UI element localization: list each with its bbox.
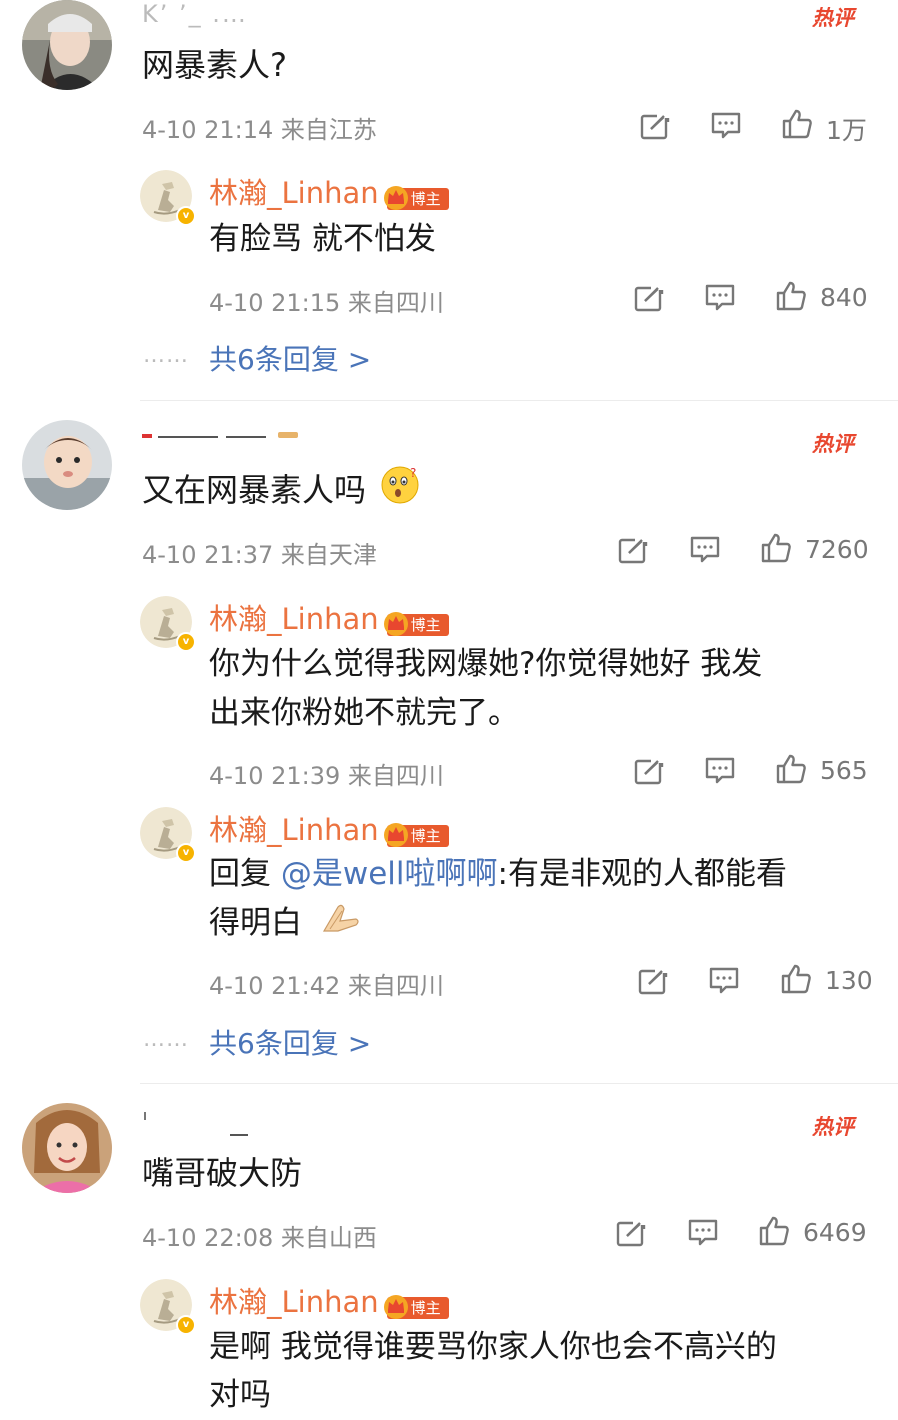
reply-text-line2: 得明白 [209, 898, 360, 950]
reply-text-line2: 出来你粉她不就完了。 [209, 695, 519, 731]
reply-text-line1: 回复 @是well啦啊啊:有是非观的人都能看 [209, 849, 787, 899]
share-icon[interactable] [637, 965, 669, 997]
share-icon[interactable] [633, 755, 665, 787]
like-icon[interactable] [775, 753, 807, 785]
surprised-emoji-icon: ? [380, 465, 420, 519]
reply-meta: 4-10 21:39 来自四川 [209, 762, 444, 790]
pray-hands-emoji-icon [320, 899, 360, 950]
blogger-badge: 博主 [387, 188, 449, 210]
comment-icon[interactable] [710, 110, 742, 142]
blogger-name[interactable]: 林瀚_Linhan [209, 602, 379, 636]
crown-icon [383, 184, 409, 210]
like-count: 7260 [805, 535, 869, 564]
comment-meta: 4-10 21:14 来自江苏 [142, 116, 377, 144]
comment-meta: 4-10 21:37 来自天津 [142, 541, 377, 569]
blogger-badge: 博主 [387, 1297, 449, 1319]
blogger-badge-label: 博主 [410, 615, 441, 634]
blogger-badge-label: 博主 [410, 826, 441, 845]
reply-prefix: 回复 [209, 856, 271, 892]
hot-comment-badge: 热评 [812, 1115, 854, 1139]
commenter-username[interactable]: K’ ’_ .… [142, 0, 248, 28]
comment-text: 嘴哥破大防 [142, 1154, 303, 1192]
comment-icon[interactable] [704, 282, 736, 314]
reply-author[interactable]: 林瀚_Linhan 博主 [209, 1279, 449, 1321]
svg-text:?: ? [410, 466, 416, 480]
like-count: 130 [825, 966, 873, 995]
reply-author[interactable]: 林瀚_Linhan 博主 [209, 807, 449, 849]
reply-author[interactable]: 林瀚_Linhan 博主 [209, 596, 449, 638]
blogger-badge: 博主 [387, 825, 449, 847]
crown-icon [383, 1293, 409, 1319]
reply-text: 有脸骂 就不怕发 [209, 221, 436, 257]
reply-text-line1: 你为什么觉得我网爆她?你觉得她好 我发 [209, 646, 763, 682]
comment-icon[interactable] [704, 755, 736, 787]
share-icon[interactable] [615, 1217, 647, 1249]
like-count: 840 [820, 283, 868, 312]
verified-badge-icon: v [176, 206, 196, 226]
blogger-name[interactable]: 林瀚_Linhan [209, 176, 379, 210]
comment-meta: 4-10 22:08 来自山西 [142, 1224, 377, 1252]
like-icon[interactable] [760, 532, 792, 564]
like-count: 1万 [826, 116, 867, 145]
share-icon[interactable] [639, 110, 671, 142]
blogger-badge-label: 博主 [410, 1298, 441, 1317]
masked-username-bar [142, 1110, 252, 1140]
comment-icon[interactable] [687, 1217, 719, 1249]
commenter-avatar[interactable] [22, 0, 112, 90]
commenter-avatar[interactable] [22, 420, 112, 510]
like-icon[interactable] [781, 108, 813, 140]
like-icon[interactable] [775, 280, 807, 312]
verified-badge-icon: v [176, 632, 196, 652]
verified-badge-icon: v [176, 1315, 196, 1335]
comment-text: 网暴素人? [142, 46, 287, 84]
crown-icon [383, 821, 409, 847]
reply-author[interactable]: 林瀚_Linhan 博主 [209, 170, 449, 212]
reply-meta: 4-10 21:42 来自四川 [209, 972, 444, 1000]
reply-text-line1: 是啊 我觉得谁要骂你家人你也会不高兴的 [209, 1329, 777, 1365]
blogger-badge-label: 博主 [410, 189, 441, 208]
verified-badge-icon: v [176, 843, 196, 863]
like-icon[interactable] [780, 963, 812, 995]
crown-icon [383, 610, 409, 636]
reply-text-line2: 对吗 [209, 1377, 271, 1413]
commenter-avatar[interactable] [22, 1103, 112, 1193]
blogger-name[interactable]: 林瀚_Linhan [209, 813, 379, 847]
hot-comment-badge: 热评 [812, 6, 854, 30]
mention-link[interactable]: @是well啦啊啊 [281, 856, 498, 892]
comment-icon[interactable] [689, 534, 721, 566]
reply-text-rest: :有是非观的人都能看 [497, 856, 787, 892]
more-replies-link[interactable]: 共6条回复 > [209, 1022, 371, 1062]
hot-comment-badge: 热评 [812, 432, 854, 456]
more-replies-link[interactable]: 共6条回复 > [209, 338, 371, 378]
comment-icon[interactable] [708, 965, 740, 997]
reply-text-line2-content: 得明白 [209, 905, 302, 941]
comment-text-content: 又在网暴素人吗 [142, 471, 367, 509]
like-count: 6469 [803, 1218, 867, 1247]
more-dots: …… [143, 1027, 189, 1052]
divider [140, 1083, 898, 1084]
share-icon[interactable] [633, 282, 665, 314]
reply-meta: 4-10 21:15 来自四川 [209, 289, 444, 317]
masked-username-bar [142, 428, 302, 444]
comment-text: 又在网暴素人吗 ? [142, 465, 420, 519]
more-dots: …… [143, 343, 189, 368]
like-icon[interactable] [758, 1215, 790, 1247]
like-count: 565 [820, 756, 868, 785]
blogger-name[interactable]: 林瀚_Linhan [209, 1285, 379, 1319]
blogger-badge: 博主 [387, 614, 449, 636]
share-icon[interactable] [617, 534, 649, 566]
divider [140, 400, 898, 401]
